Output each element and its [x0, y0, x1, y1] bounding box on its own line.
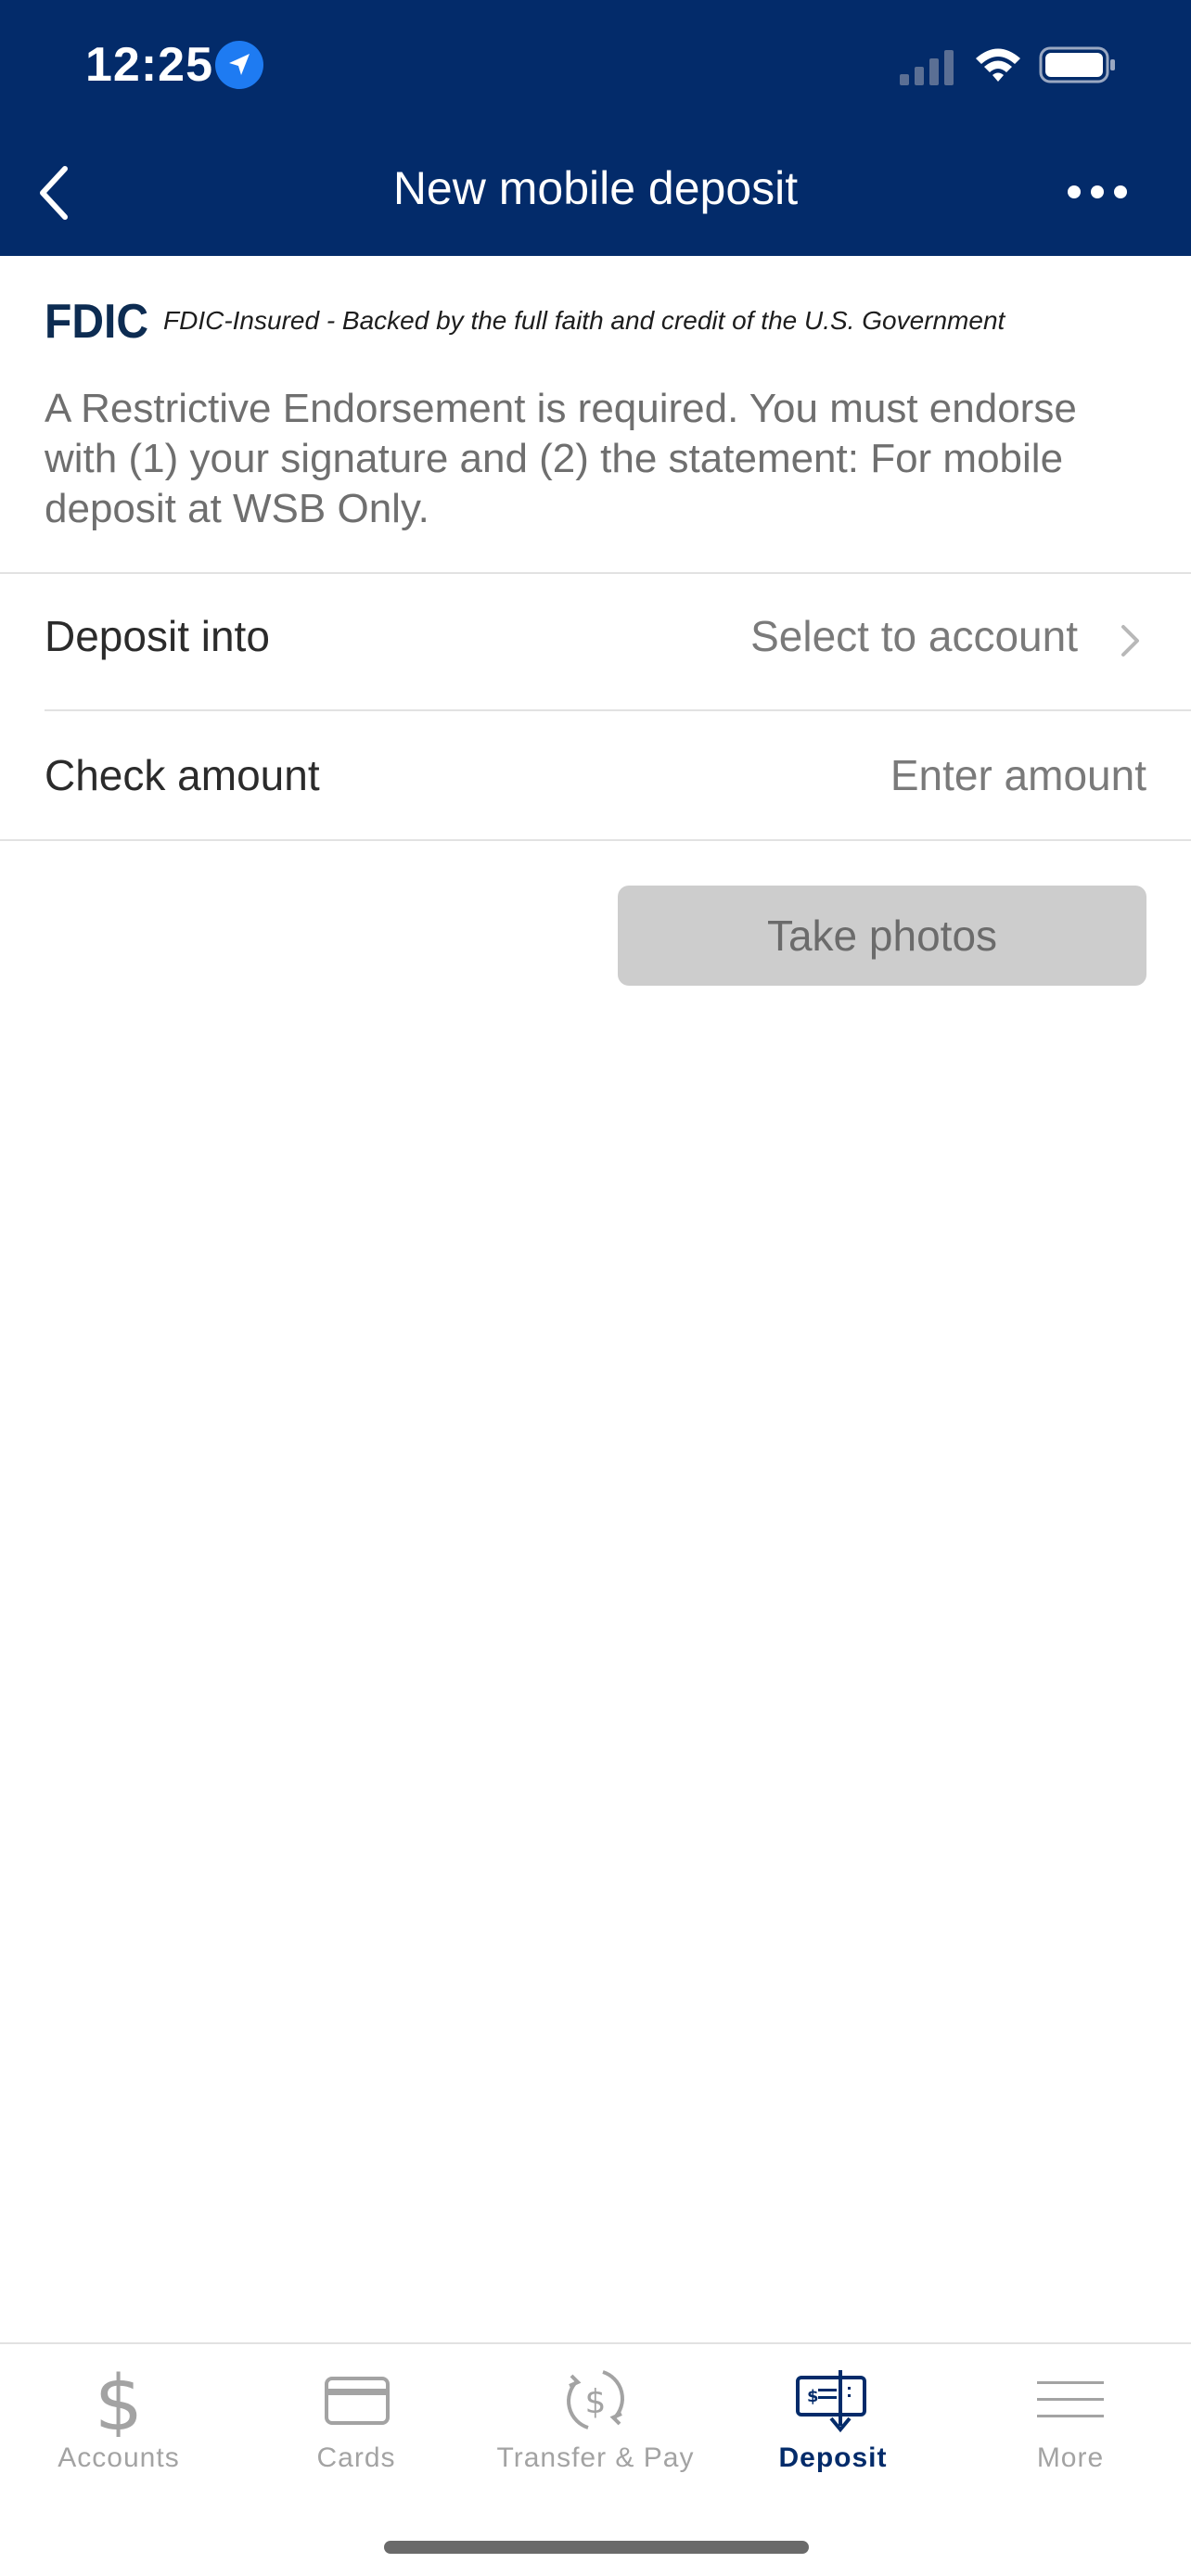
menu-icon — [1037, 2381, 1104, 2417]
svg-text:$: $ — [807, 2387, 819, 2406]
svg-text:FDIC: FDIC — [45, 295, 148, 345]
tab-deposit[interactable]: $ Deposit — [714, 2344, 952, 2493]
dollar-icon: $ — [95, 2363, 143, 2437]
tab-label: More — [1036, 2442, 1105, 2473]
check-amount-input[interactable]: Enter amount — [890, 750, 1146, 800]
svg-text:$: $ — [95, 2363, 143, 2437]
tab-cards[interactable]: Cards — [237, 2344, 475, 2493]
check-amount-row[interactable]: Check amount Enter amount — [0, 711, 1191, 839]
location-icon — [215, 41, 263, 89]
divider — [0, 839, 1191, 841]
fdic-notice: FDIC FDIC-Insured - Backed by the full f… — [45, 295, 1158, 345]
card-icon — [325, 2377, 390, 2425]
battery-icon — [1039, 46, 1115, 83]
tab-transfer-pay[interactable]: $ Transfer & Pay — [477, 2344, 714, 2493]
check-amount-label: Check amount — [45, 751, 320, 799]
deposit-into-label: Deposit into — [45, 612, 270, 660]
tab-accounts[interactable]: $ Accounts — [0, 2344, 237, 2493]
transfer-icon: $ — [567, 2370, 624, 2429]
page-title: New mobile deposit — [392, 162, 799, 214]
header: 12:25 New mobile deposit — [0, 0, 1191, 256]
tab-label: Transfer & Pay — [496, 2442, 695, 2473]
status-time: 12:25 — [85, 38, 213, 92]
wifi-icon — [976, 48, 1020, 82]
take-photos-button[interactable]: Take photos — [618, 886, 1146, 986]
deposit-check-icon: $ — [796, 2370, 866, 2433]
chevron-right-icon — [1121, 625, 1139, 657]
more-options-icon[interactable] — [1065, 182, 1130, 202]
home-indicator — [384, 2541, 809, 2554]
tab-label: Accounts — [58, 2442, 180, 2473]
tab-label: Deposit — [778, 2442, 888, 2473]
tab-label: Cards — [316, 2442, 396, 2473]
fdic-insured-text: FDIC-Insured - Backed by the full faith … — [163, 306, 1005, 335]
fdic-logo: FDIC — [45, 295, 148, 345]
select-account-value[interactable]: Select to account — [750, 611, 1078, 661]
endorsement-notice: A Restrictive Endorsement is required. Y… — [45, 386, 1077, 531]
deposit-into-row[interactable]: Deposit into Select to account — [0, 574, 1191, 709]
tab-more[interactable]: More — [952, 2344, 1189, 2493]
svg-text:$: $ — [585, 2383, 607, 2421]
cellular-signal-icon — [900, 50, 954, 85]
